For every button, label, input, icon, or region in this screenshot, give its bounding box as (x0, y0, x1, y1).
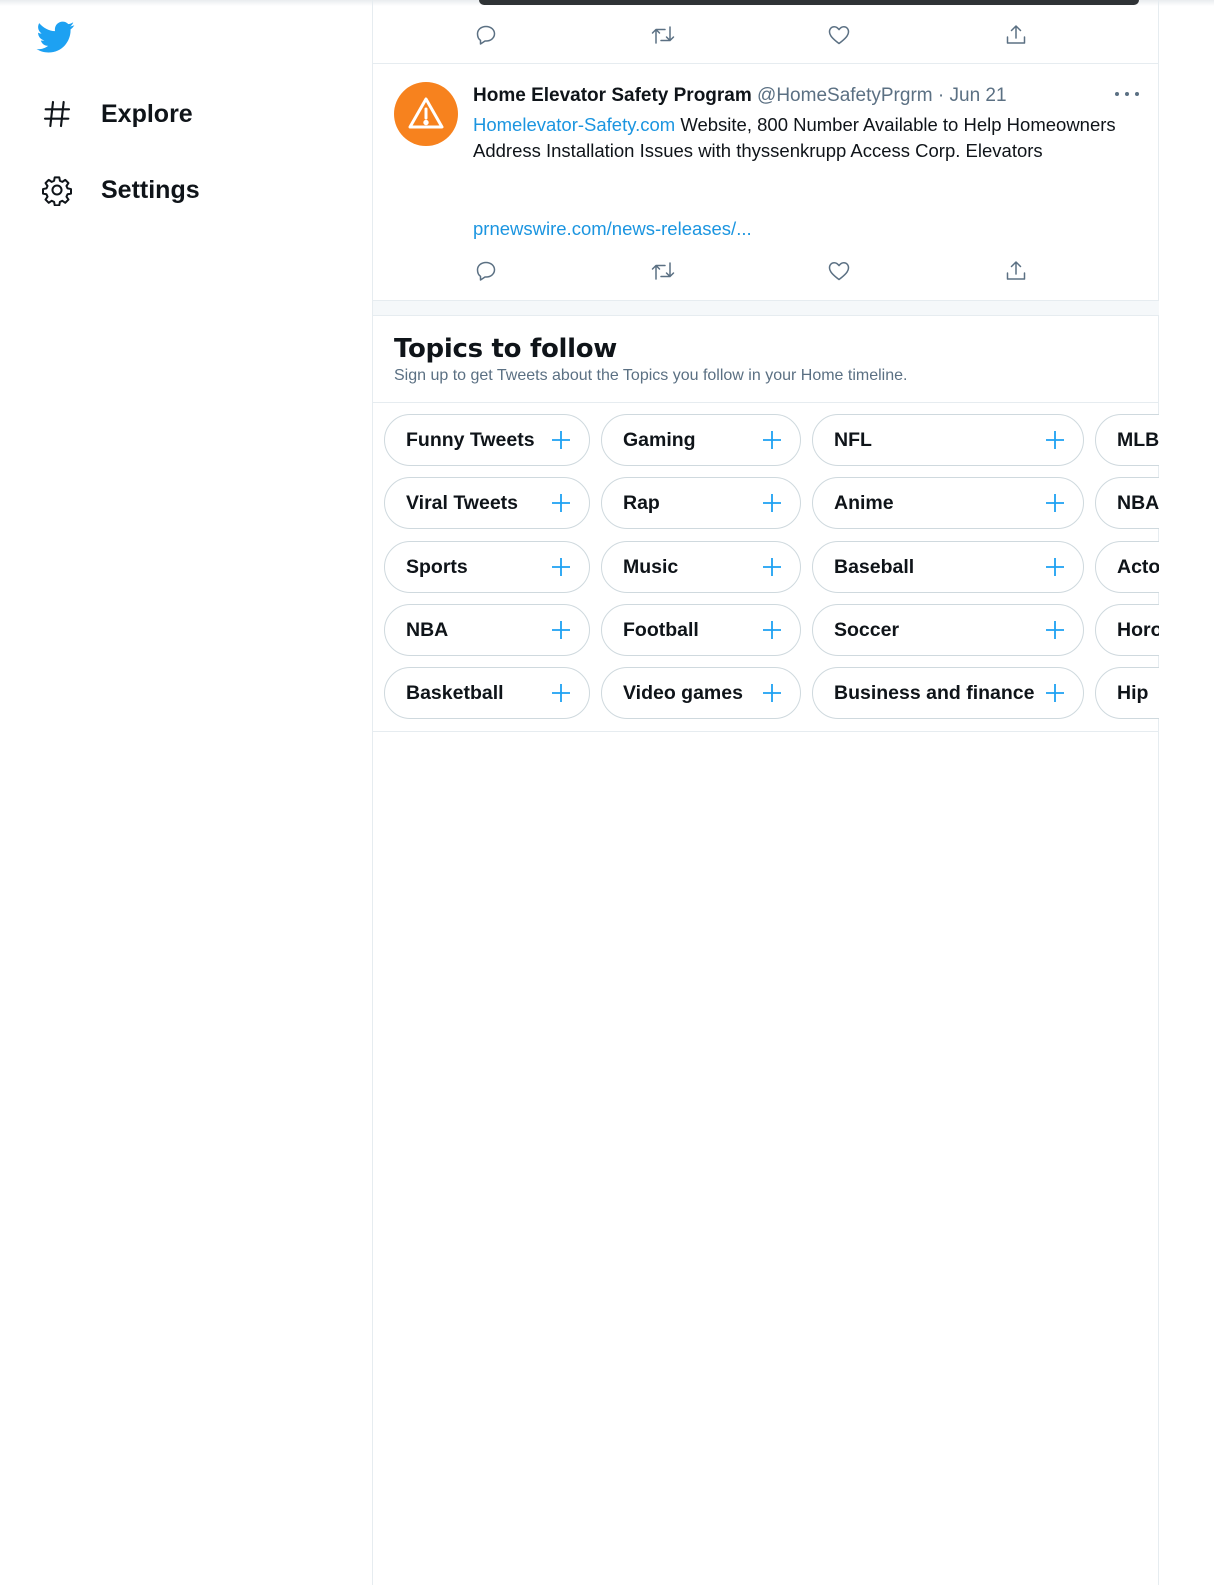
tweet-action-bar (471, 256, 1031, 286)
topic-chip[interactable]: Funny Tweets (384, 414, 590, 466)
topic-label: NFL (834, 428, 872, 451)
topic-label: Funny Tweets (406, 428, 535, 451)
topic-label: Baseball (834, 555, 915, 578)
topic-label: Music (623, 555, 679, 578)
plus-icon (552, 684, 570, 702)
plus-icon (1046, 621, 1064, 639)
retweet-icon[interactable] (648, 20, 678, 50)
topic-chip[interactable]: Horo (1095, 604, 1159, 656)
plus-icon (763, 558, 781, 576)
topic-chip[interactable]: Soccer (812, 604, 1084, 656)
topic-label: Business and finance (834, 681, 1035, 704)
topic-label: Soccer (834, 618, 900, 641)
tweet-inline-link[interactable]: Homelevator-Safety.com (473, 114, 675, 135)
avatar[interactable] (394, 82, 458, 146)
topic-chip[interactable]: Sports (384, 541, 590, 593)
plus-icon (1046, 431, 1064, 449)
topic-chip[interactable]: NBA (384, 604, 590, 656)
reply-icon[interactable] (471, 256, 501, 286)
topic-chip[interactable]: Hip (1095, 667, 1159, 719)
share-icon[interactable] (1001, 20, 1031, 50)
tweet-action-bar (471, 20, 1031, 50)
share-icon[interactable] (1001, 256, 1031, 286)
sidebar-item-explore[interactable]: Explore (40, 92, 193, 136)
media-preview-edge (479, 0, 1139, 5)
topic-label: Rap (623, 491, 660, 514)
sidebar-item-settings[interactable]: Settings (40, 168, 200, 212)
topic-label: Horo (1117, 618, 1159, 641)
topic-label: Video games (623, 681, 743, 704)
plus-icon (552, 621, 570, 639)
hashtag-icon (40, 97, 74, 131)
tweet-text: Homelevator-Safety.com Website, 800 Numb… (473, 112, 1133, 164)
separator-dot: · (937, 85, 945, 106)
sidebar-item-label: Settings (101, 175, 200, 204)
main-timeline: Home Elevator Safety Program @HomeSafety… (372, 0, 1159, 1585)
topic-chip[interactable]: Viral Tweets (384, 477, 590, 529)
topics-title: Topics to follow (394, 334, 618, 364)
author-name[interactable]: Home Elevator Safety Program (473, 85, 752, 106)
plus-icon (763, 621, 781, 639)
retweet-icon[interactable] (648, 256, 678, 286)
topic-chip[interactable]: MLB (1095, 414, 1159, 466)
topic-label: MLB (1117, 428, 1159, 451)
plus-icon (552, 494, 570, 512)
plus-icon (1046, 494, 1064, 512)
topics-chip-grid: Funny Tweets Gaming NFL MLB Viral Tweets… (373, 402, 1159, 732)
gear-icon (40, 173, 74, 207)
reply-icon[interactable] (471, 20, 501, 50)
topic-chip[interactable]: NFL (812, 414, 1084, 466)
plus-icon (763, 684, 781, 702)
section-separator (373, 300, 1159, 316)
plus-icon (1046, 684, 1064, 702)
warning-triangle-icon (408, 97, 444, 129)
topic-chip[interactable]: Business and finance (812, 667, 1084, 719)
plus-icon (763, 494, 781, 512)
topic-label: Football (623, 618, 699, 641)
topics-subtitle: Sign up to get Tweets about the Topics y… (394, 367, 908, 384)
topic-label: Basketball (406, 681, 504, 704)
topic-label: Anime (834, 491, 894, 514)
author-handle[interactable]: @HomeSafetyPrgrm (757, 85, 933, 106)
topic-chip[interactable]: Anime (812, 477, 1084, 529)
plus-icon (1046, 558, 1064, 576)
topic-label: Hip (1117, 681, 1149, 704)
topic-chip[interactable]: Gaming (601, 414, 801, 466)
topic-label: Gaming (623, 428, 696, 451)
topic-label: NBA (406, 618, 449, 641)
topic-chip[interactable]: Music (601, 541, 801, 593)
sidebar-item-label: Explore (101, 99, 193, 128)
topic-label: Sports (406, 555, 468, 578)
topic-chip[interactable]: Acto (1095, 541, 1159, 593)
topic-chip[interactable]: Video games (601, 667, 801, 719)
topic-chip[interactable]: NBA (1095, 477, 1159, 529)
plus-icon (552, 431, 570, 449)
plus-icon (763, 431, 781, 449)
tweet-date[interactable]: Jun 21 (950, 85, 1007, 106)
like-icon[interactable] (824, 256, 854, 286)
sidebar: Explore Settings (0, 0, 372, 1585)
topic-chip[interactable]: Baseball (812, 541, 1084, 593)
tweet[interactable]: Home Elevator Safety Program @HomeSafety… (373, 64, 1159, 300)
topic-label: Acto (1117, 555, 1159, 578)
topic-chip[interactable]: Rap (601, 477, 801, 529)
more-options-icon[interactable] (1115, 84, 1139, 104)
topic-label: NBA (1117, 491, 1159, 514)
topic-label: Viral Tweets (406, 491, 519, 514)
like-icon[interactable] (824, 20, 854, 50)
topic-chip[interactable]: Football (601, 604, 801, 656)
twitter-bird-icon[interactable] (36, 18, 76, 56)
plus-icon (552, 558, 570, 576)
tweet-header: Home Elevator Safety Program @HomeSafety… (473, 85, 1007, 107)
topic-chip[interactable]: Basketball (384, 667, 590, 719)
tweet-url-link[interactable]: prnewswire.com/news-releases/... (473, 218, 752, 240)
